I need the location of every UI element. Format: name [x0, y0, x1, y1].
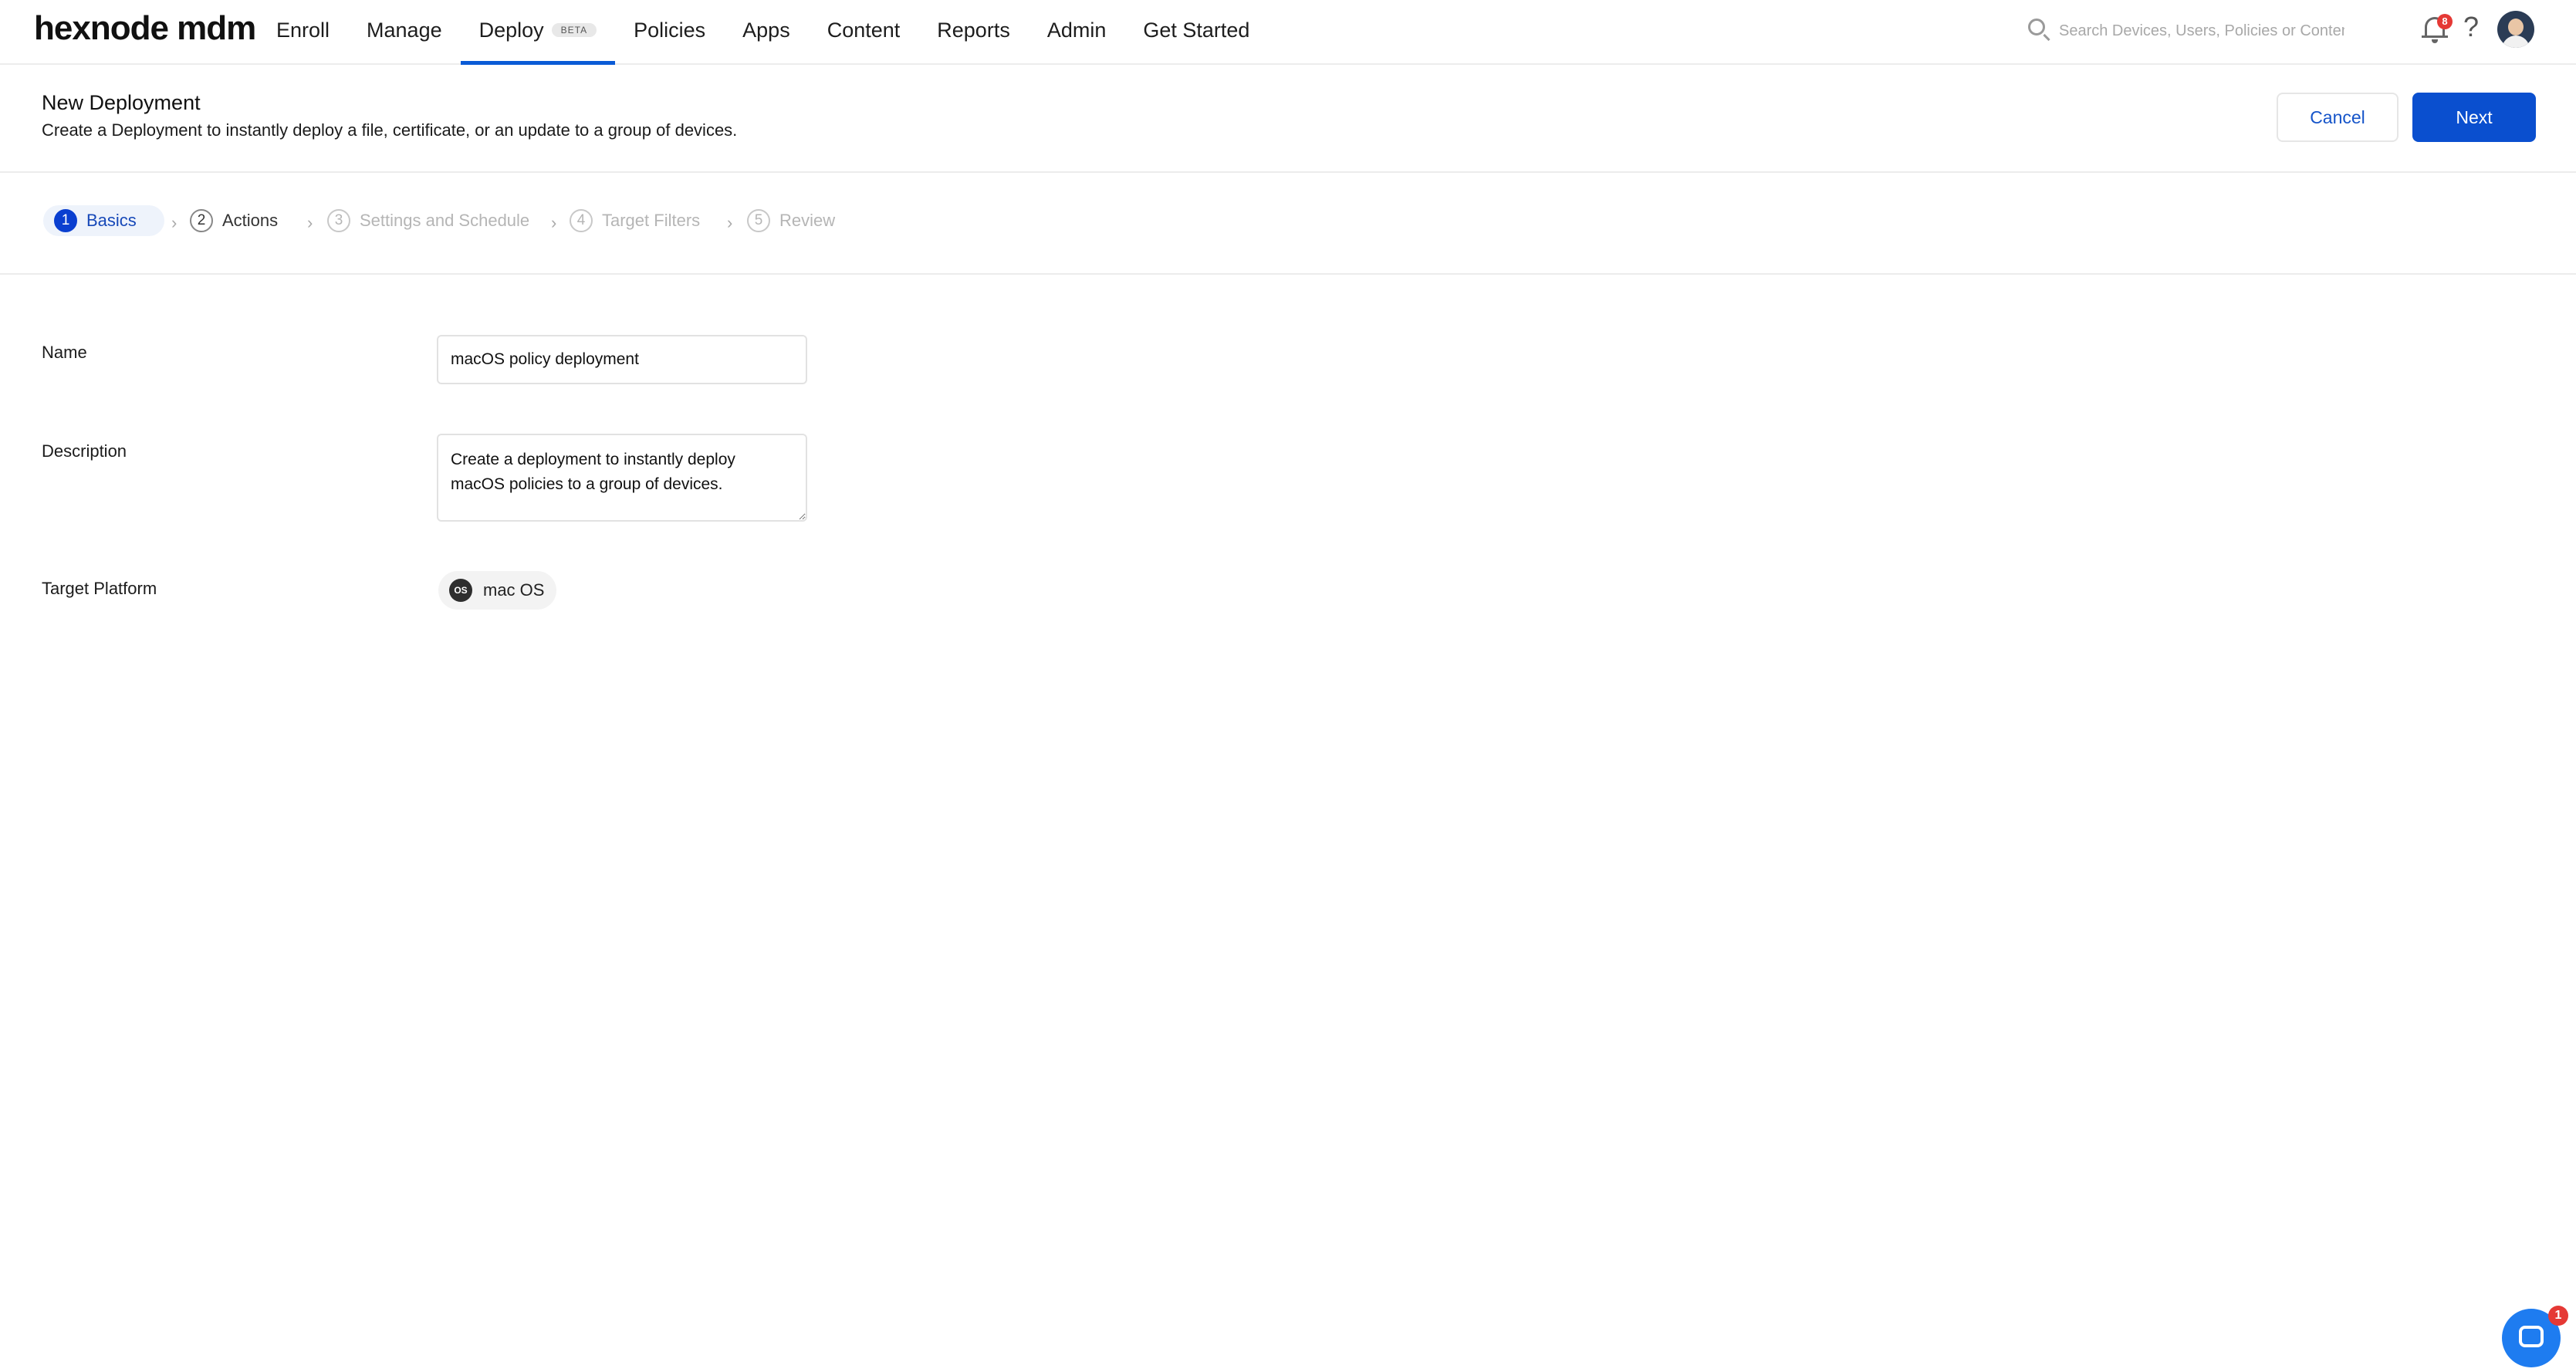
- page-title: New Deployment: [42, 91, 201, 114]
- platform-chip-macos[interactable]: OS mac OS: [438, 571, 557, 610]
- step-review[interactable]: 5 Review: [747, 205, 835, 236]
- nav-content[interactable]: Content: [809, 0, 919, 65]
- nav-deploy-label: Deploy: [478, 19, 544, 42]
- chat-unread-badge: 1: [2548, 1306, 2568, 1326]
- help-icon[interactable]: ?: [2463, 11, 2479, 43]
- search-input[interactable]: [2057, 17, 2346, 45]
- bell-icon-clapper: [2432, 39, 2438, 43]
- step-basics[interactable]: 1 Basics: [43, 205, 164, 236]
- main-nav: Enroll Manage Deploy BETA Policies Apps C…: [258, 0, 1268, 65]
- cancel-button[interactable]: Cancel: [2277, 93, 2399, 142]
- chat-icon: [2519, 1326, 2544, 1347]
- name-label: Name: [42, 343, 87, 362]
- nav-get-started-label: Get Started: [1143, 19, 1250, 42]
- top-navbar: hexnode mdm Enroll Manage Deploy BETA Pol…: [0, 0, 2576, 65]
- nav-content-label: Content: [827, 19, 901, 42]
- notification-count-badge: 8: [2437, 14, 2453, 29]
- step-number: 1: [54, 209, 77, 232]
- description-label: Description: [42, 441, 127, 461]
- step-label: Target Filters: [602, 211, 701, 230]
- step-label: Settings and Schedule: [360, 211, 530, 230]
- nav-reports[interactable]: Reports: [918, 0, 1029, 65]
- next-button[interactable]: Next: [2412, 93, 2536, 142]
- avatar-face: [2508, 19, 2524, 35]
- nav-deploy[interactable]: Deploy BETA: [460, 0, 616, 65]
- global-search: [2022, 14, 2346, 48]
- nav-apps-label: Apps: [742, 19, 790, 42]
- step-label: Actions: [222, 211, 279, 230]
- nav-reports-label: Reports: [937, 19, 1010, 42]
- step-number: 4: [570, 209, 593, 232]
- page-subtitle: Create a Deployment to instantly deploy …: [42, 120, 738, 140]
- nav-apps[interactable]: Apps: [724, 0, 809, 65]
- step-number: 5: [747, 209, 770, 232]
- name-field[interactable]: [437, 335, 807, 384]
- avatar[interactable]: [2497, 11, 2534, 48]
- target-platform-label: Target Platform: [42, 579, 157, 598]
- nav-policies[interactable]: Policies: [615, 0, 724, 65]
- chevron-right-icon: ›: [307, 213, 313, 232]
- nav-manage[interactable]: Manage: [348, 0, 461, 65]
- page-header: New Deployment Create a Deployment to in…: [0, 65, 2576, 173]
- macos-icon: OS: [449, 579, 472, 602]
- description-field[interactable]: Create a deployment to instantly deploy …: [437, 434, 807, 522]
- step-number: 3: [327, 209, 350, 232]
- nav-admin-label: Admin: [1046, 19, 1107, 42]
- chat-launcher-button[interactable]: 1: [2502, 1306, 2568, 1367]
- step-settings-schedule[interactable]: 3 Settings and Schedule: [327, 205, 529, 236]
- nav-manage-label: Manage: [367, 19, 442, 42]
- chevron-right-icon: ›: [551, 213, 557, 232]
- notifications-button[interactable]: 8: [2420, 12, 2453, 46]
- step-label: Basics: [86, 211, 137, 230]
- beta-badge: BETA: [551, 22, 597, 37]
- step-actions[interactable]: 2 Actions: [190, 205, 278, 236]
- platform-chip-label: mac OS: [483, 580, 545, 600]
- nav-enroll[interactable]: Enroll: [258, 0, 348, 65]
- avatar-body: [2502, 35, 2530, 48]
- chevron-right-icon: ›: [171, 213, 177, 232]
- nav-admin[interactable]: Admin: [1029, 0, 1125, 65]
- hexnode-logo[interactable]: hexnode mdm: [34, 9, 256, 48]
- nav-policies-label: Policies: [634, 19, 706, 42]
- search-icon: [2028, 19, 2045, 35]
- chevron-right-icon: ›: [727, 213, 733, 232]
- nav-enroll-label: Enroll: [276, 19, 330, 42]
- nav-get-started[interactable]: Get Started: [1124, 0, 1268, 65]
- step-label: Review: [779, 211, 836, 230]
- step-target-filters[interactable]: 4 Target Filters: [570, 205, 700, 236]
- step-number: 2: [190, 209, 213, 232]
- wizard-stepper: 1 Basics › 2 Actions › 3 Settings and Sc…: [0, 173, 2576, 275]
- bell-icon-base: [2422, 35, 2448, 38]
